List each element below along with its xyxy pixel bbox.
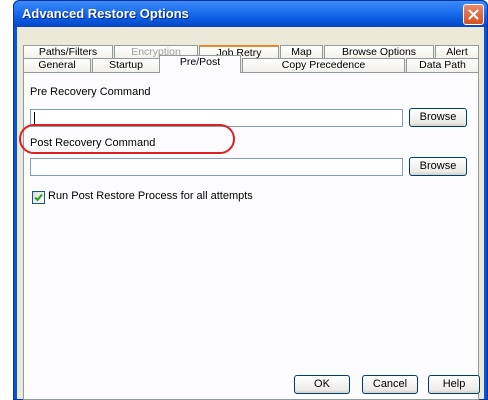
tab-pre-post[interactable]: Pre/Post [159, 55, 241, 73]
checkmark-icon [34, 193, 43, 202]
title-bar[interactable]: Advanced Restore Options [14, 1, 487, 27]
pre-recovery-command-label: Pre Recovery Command [30, 86, 151, 98]
pre-post-panel: Pre Recovery Command Browse Post Recover… [23, 72, 479, 400]
tab-copy-precedence[interactable]: Copy Precedence [242, 58, 405, 72]
cancel-button[interactable]: Cancel [362, 375, 418, 394]
dialog-title: Advanced Restore Options [22, 6, 189, 21]
help-button[interactable]: Help [428, 375, 480, 394]
tab-startup[interactable]: Startup [92, 58, 160, 72]
post-recovery-command-input[interactable] [30, 158, 403, 176]
dialog-body: Paths/Filters Encryption Job Retry Map B… [17, 27, 484, 400]
run-post-restore-label[interactable]: Run Post Restore Process for all attempt… [48, 190, 253, 202]
tab-paths-filters[interactable]: Paths/Filters [23, 45, 113, 59]
advanced-restore-options-dialog: Advanced Restore Options Paths/Filters E… [13, 0, 488, 400]
ok-button[interactable]: OK [294, 375, 350, 394]
post-recovery-browse-button[interactable]: Browse [409, 157, 467, 176]
text-caret [34, 112, 35, 124]
close-button[interactable] [463, 4, 484, 25]
tab-row-1: Paths/Filters Encryption Job Retry Map B… [23, 45, 479, 59]
tab-map[interactable]: Map [280, 45, 323, 59]
tab-row-2: General Startup Pre/Post Copy Precedence… [23, 55, 479, 73]
run-post-restore-checkbox[interactable] [32, 191, 45, 204]
tab-browse-options[interactable]: Browse Options [324, 45, 434, 59]
tab-alert[interactable]: Alert [435, 45, 479, 59]
close-icon [468, 9, 479, 20]
tab-general[interactable]: General [23, 58, 91, 72]
highlight-ring-annotation [19, 124, 235, 154]
pre-recovery-browse-button[interactable]: Browse [409, 108, 467, 127]
tab-data-path[interactable]: Data Path [406, 58, 479, 72]
